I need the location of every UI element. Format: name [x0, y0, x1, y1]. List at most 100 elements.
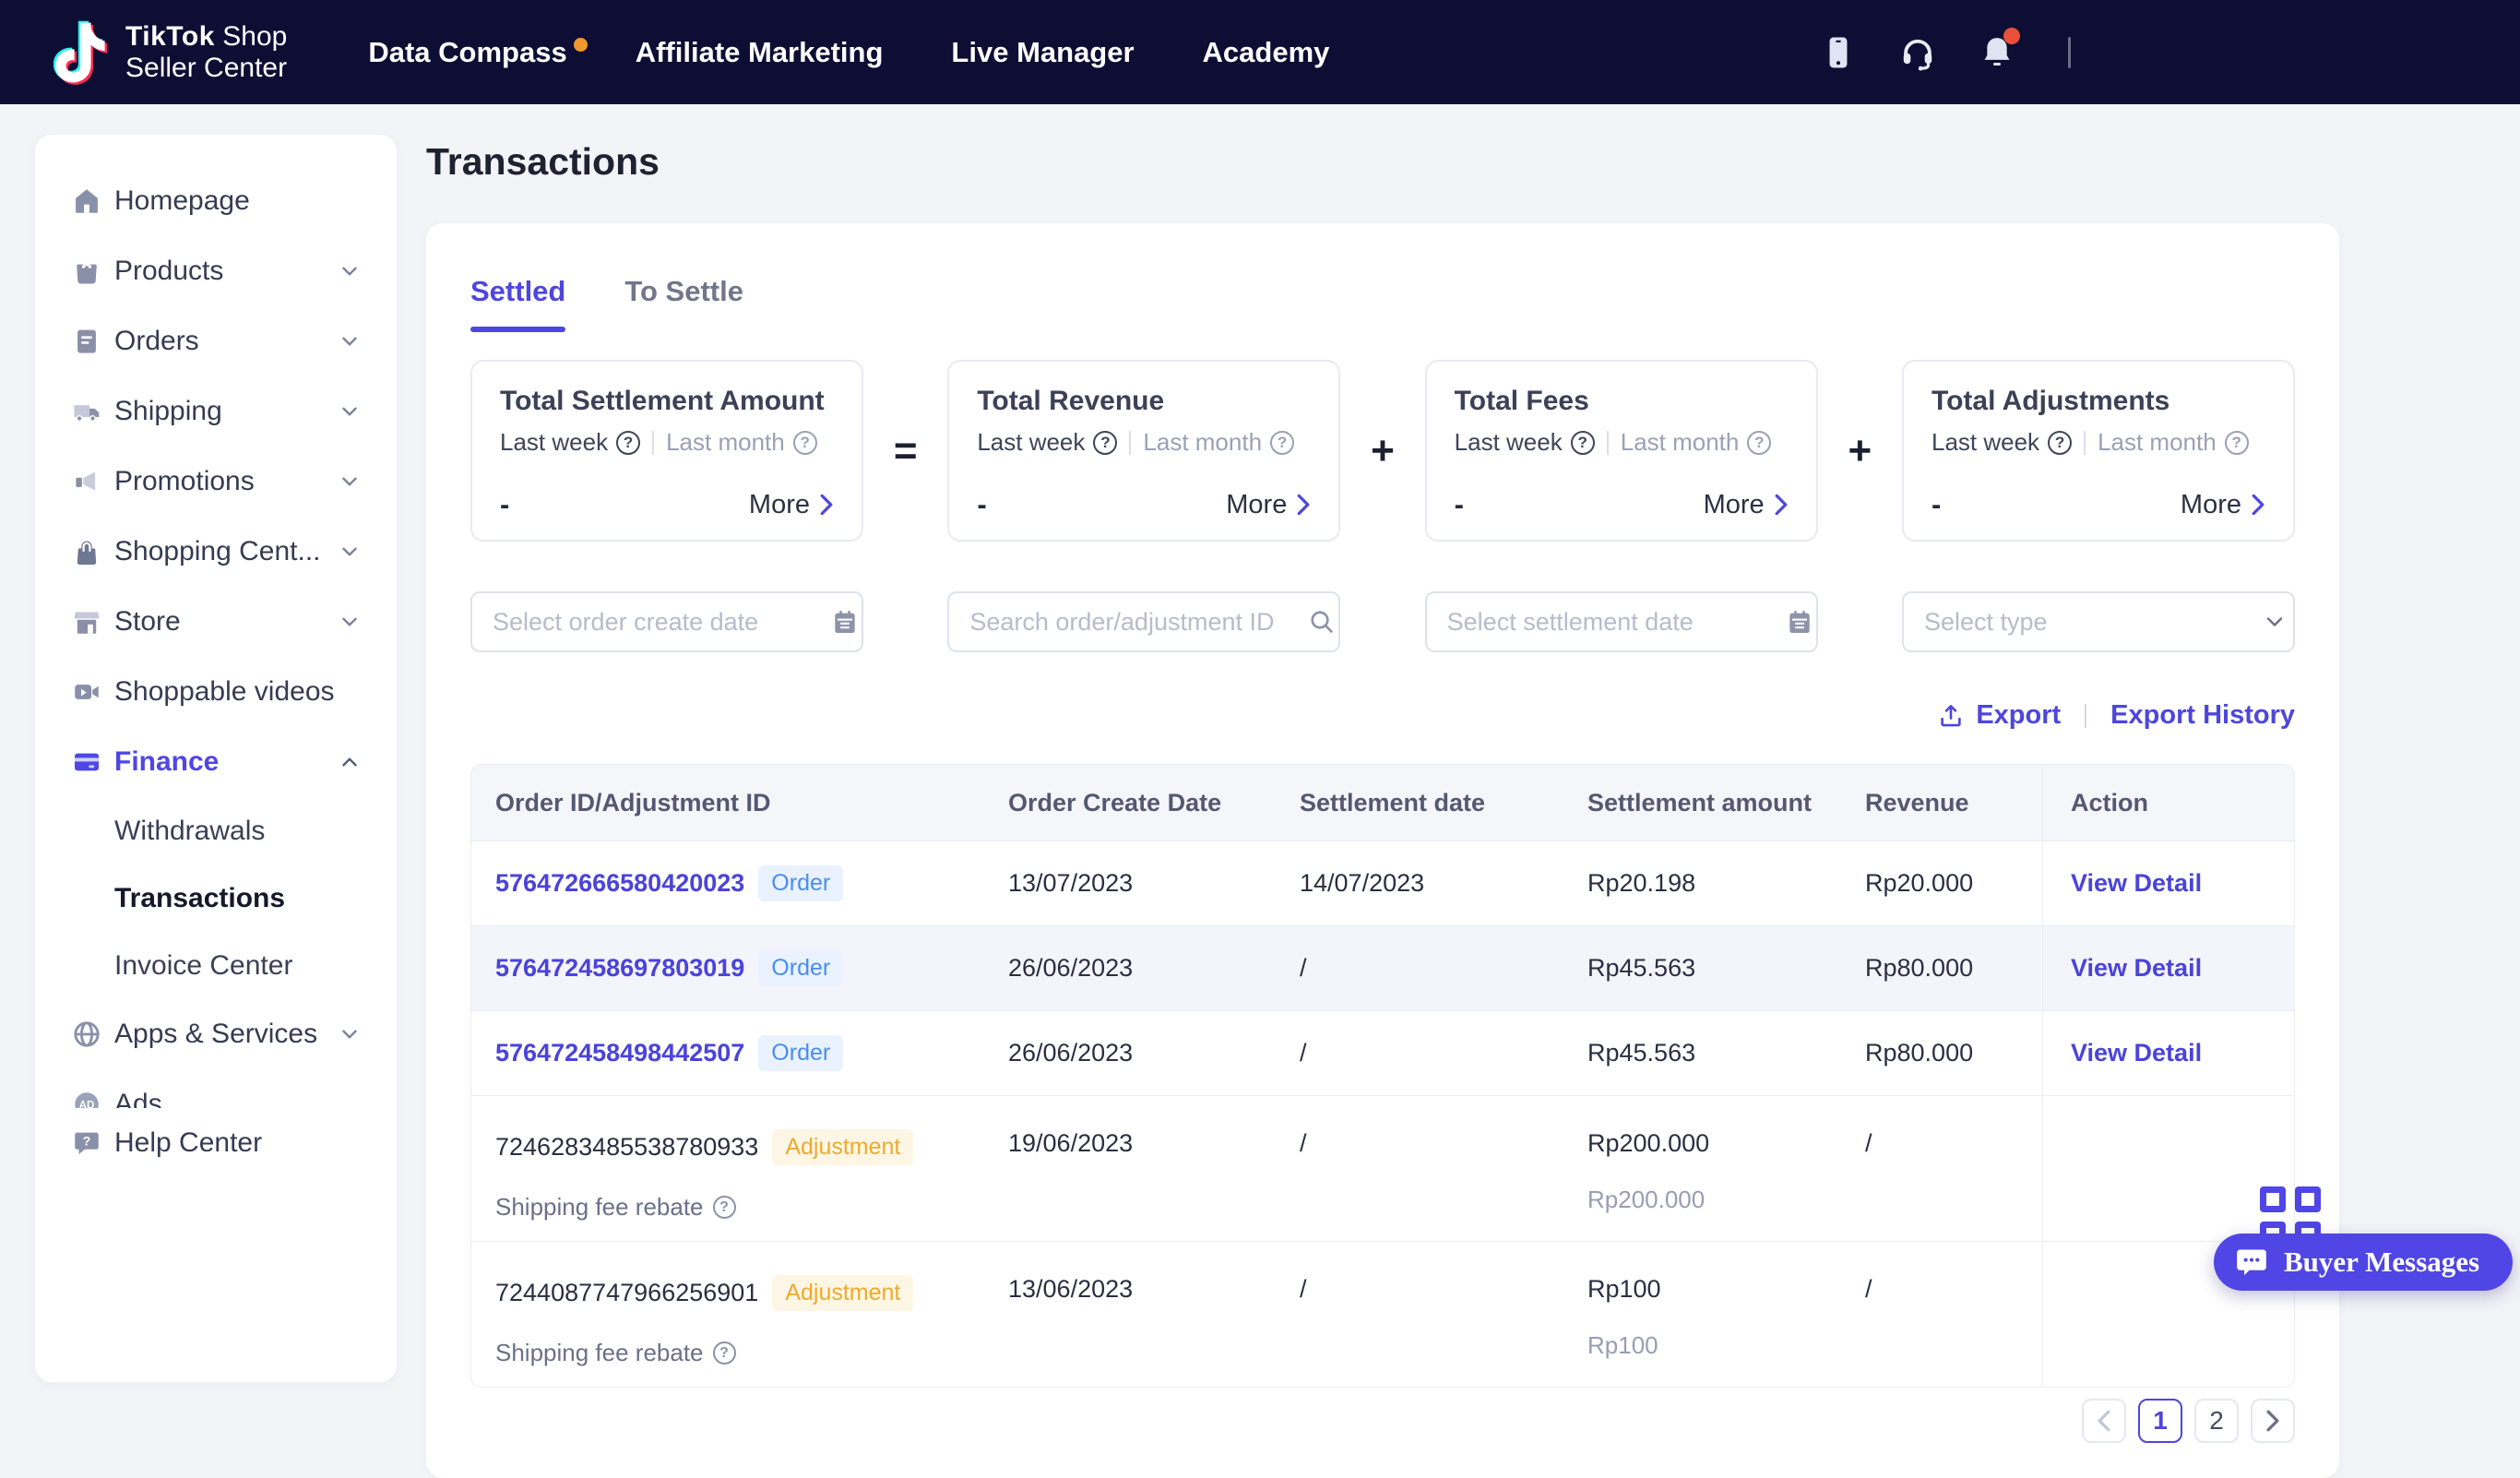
more-link[interactable]: More	[749, 490, 834, 520]
sidebar-item-shoppable-videos[interactable]: Shoppable videos	[35, 657, 397, 727]
support-headset-icon[interactable]	[1898, 33, 1937, 72]
tab-to-settle[interactable]: To Settle	[624, 275, 743, 332]
revenue: Rp80.000	[1865, 1039, 2042, 1067]
globe-icon	[71, 1019, 102, 1050]
help-icon[interactable]: ?	[2048, 431, 2072, 455]
sidebar-item-transactions[interactable]: Transactions	[35, 864, 397, 932]
video-camera-icon	[71, 676, 102, 708]
chevron-right-icon	[2264, 1409, 2281, 1433]
chat-bubble-icon	[2234, 1245, 2269, 1280]
bell-alert-dot	[2003, 28, 2020, 44]
table-header: Order ID/Adjustment ID Order Create Date…	[471, 765, 2294, 840]
period-last-week[interactable]: Last week?	[1932, 428, 2072, 457]
order-adjustment-id-input[interactable]	[969, 608, 1296, 637]
nav-item-affiliate-marketing[interactable]: Affiliate Marketing	[636, 36, 884, 69]
pagination-page-1[interactable]: 1	[2138, 1399, 2182, 1443]
sidebar-item-shipping[interactable]: Shipping	[35, 376, 397, 447]
sidebar-item-homepage[interactable]: Homepage	[35, 166, 397, 236]
sidebar-item-promotions[interactable]: Promotions	[35, 447, 397, 517]
sidebar-item-help-center[interactable]: ? Help Center	[35, 1108, 397, 1178]
pagination-prev-button[interactable]	[2082, 1399, 2126, 1443]
operator-plus: +	[1818, 360, 1902, 542]
sidebar-item-finance[interactable]: Finance	[35, 727, 397, 797]
period-last-week[interactable]: Last week?	[500, 428, 640, 457]
period-last-week[interactable]: Last week?	[1455, 428, 1595, 457]
more-link[interactable]: More	[1226, 490, 1311, 520]
nav-item-live-manager[interactable]: Live Manager	[951, 36, 1134, 69]
view-detail-link[interactable]: View Detail	[2071, 869, 2202, 898]
help-icon[interactable]: ?	[1571, 431, 1595, 455]
divider	[2085, 704, 2086, 728]
order-create-date: 26/06/2023	[1008, 954, 1300, 983]
finance-card-icon	[71, 746, 102, 778]
order-id-link[interactable]: 576472666580420023	[495, 869, 744, 898]
brand-logo[interactable]: TikTok Shop Seller Center	[53, 19, 287, 86]
period-last-month[interactable]: Last month?	[2098, 428, 2249, 457]
tabs: Settled To Settle	[470, 223, 2295, 332]
help-icon[interactable]: ?	[1093, 431, 1117, 455]
chevron-down-icon	[2262, 609, 2288, 635]
filters-row	[470, 591, 2295, 652]
sidebar-item-apps-services[interactable]: Apps & Services	[35, 999, 397, 1069]
tab-settled[interactable]: Settled	[470, 275, 565, 332]
table-row: 576472458697803019Order 26/06/2023 / Rp4…	[471, 925, 2294, 1010]
chevron-down-icon	[338, 329, 362, 353]
sidebar-item-invoice-center[interactable]: Invoice Center	[35, 932, 397, 999]
help-icon[interactable]: ?	[713, 1341, 736, 1365]
sidebar-item-withdrawals[interactable]: Withdrawals	[35, 797, 397, 864]
settlement-amount: Rp100	[1587, 1275, 1850, 1304]
type-select-input[interactable]	[1924, 608, 2251, 637]
help-icon[interactable]: ?	[1747, 431, 1771, 455]
pagination-next-button[interactable]	[2251, 1399, 2295, 1443]
home-icon	[71, 185, 102, 217]
export-button[interactable]: Export	[1937, 700, 2061, 731]
svg-text:?: ?	[83, 1135, 91, 1150]
view-detail-link[interactable]: View Detail	[2071, 1039, 2202, 1067]
more-link[interactable]: More	[2181, 490, 2265, 520]
promotions-megaphone-icon	[71, 466, 102, 497]
help-icon[interactable]: ?	[616, 431, 640, 455]
help-icon[interactable]: ?	[713, 1196, 736, 1219]
mobile-app-icon[interactable]	[1819, 33, 1858, 72]
help-icon[interactable]: ?	[1270, 431, 1294, 455]
help-icon[interactable]: ?	[793, 431, 817, 455]
chevron-down-icon	[338, 399, 362, 423]
help-icon[interactable]: ?	[2225, 431, 2249, 455]
page-title: Transactions	[426, 140, 660, 184]
notifications-bell-icon[interactable]	[1978, 33, 2016, 72]
nav-item-academy[interactable]: Academy	[1203, 36, 1330, 69]
more-link[interactable]: More	[1704, 490, 1789, 520]
upload-icon	[1937, 702, 1965, 730]
settlement-date: /	[1300, 1039, 1587, 1067]
export-history-link[interactable]: Export History	[2110, 700, 2295, 731]
order-create-date-input[interactable]	[493, 608, 819, 637]
sidebar-item-orders[interactable]: Orders	[35, 306, 397, 376]
period-last-month[interactable]: Last month?	[1143, 428, 1294, 457]
buyer-messages-button[interactable]: Buyer Messages	[2214, 1234, 2513, 1291]
order-adjustment-id-search[interactable]	[947, 591, 1340, 652]
nav-item-data-compass[interactable]: Data Compass	[368, 36, 566, 69]
adjustment-id: 7244087747966256901	[495, 1279, 758, 1307]
settlement-date-input[interactable]	[1447, 608, 1774, 637]
type-select[interactable]	[1902, 591, 2295, 652]
period-last-month[interactable]: Last month?	[1621, 428, 1772, 457]
sidebar-item-shopping-center[interactable]: Shopping Cent...	[35, 517, 397, 587]
sidebar-item-store[interactable]: Store	[35, 587, 397, 657]
view-detail-link[interactable]: View Detail	[2071, 954, 2202, 983]
order-create-date-picker[interactable]	[470, 591, 863, 652]
sidebar-bottom: ? Help Center	[35, 1108, 397, 1382]
settlement-date: /	[1300, 1096, 1587, 1158]
chevron-down-icon	[338, 1022, 362, 1046]
table-row: 7244087747966256901Adjustment Shipping f…	[471, 1241, 2294, 1387]
settlement-date-picker[interactable]	[1425, 591, 1818, 652]
period-last-week[interactable]: Last week?	[977, 428, 1117, 457]
shipping-truck-icon	[71, 396, 102, 427]
card-value: -	[1455, 488, 1464, 521]
summary-cards-row: Total Settlement Amount Last week? Last …	[470, 360, 2295, 542]
period-last-month[interactable]: Last month?	[666, 428, 817, 457]
pagination-page-2[interactable]: 2	[2194, 1399, 2239, 1443]
sidebar-item-products[interactable]: Products	[35, 236, 397, 306]
settlement-date: /	[1300, 1242, 1587, 1304]
order-id-link[interactable]: 576472458498442507	[495, 1039, 744, 1067]
order-id-link[interactable]: 576472458697803019	[495, 954, 744, 983]
